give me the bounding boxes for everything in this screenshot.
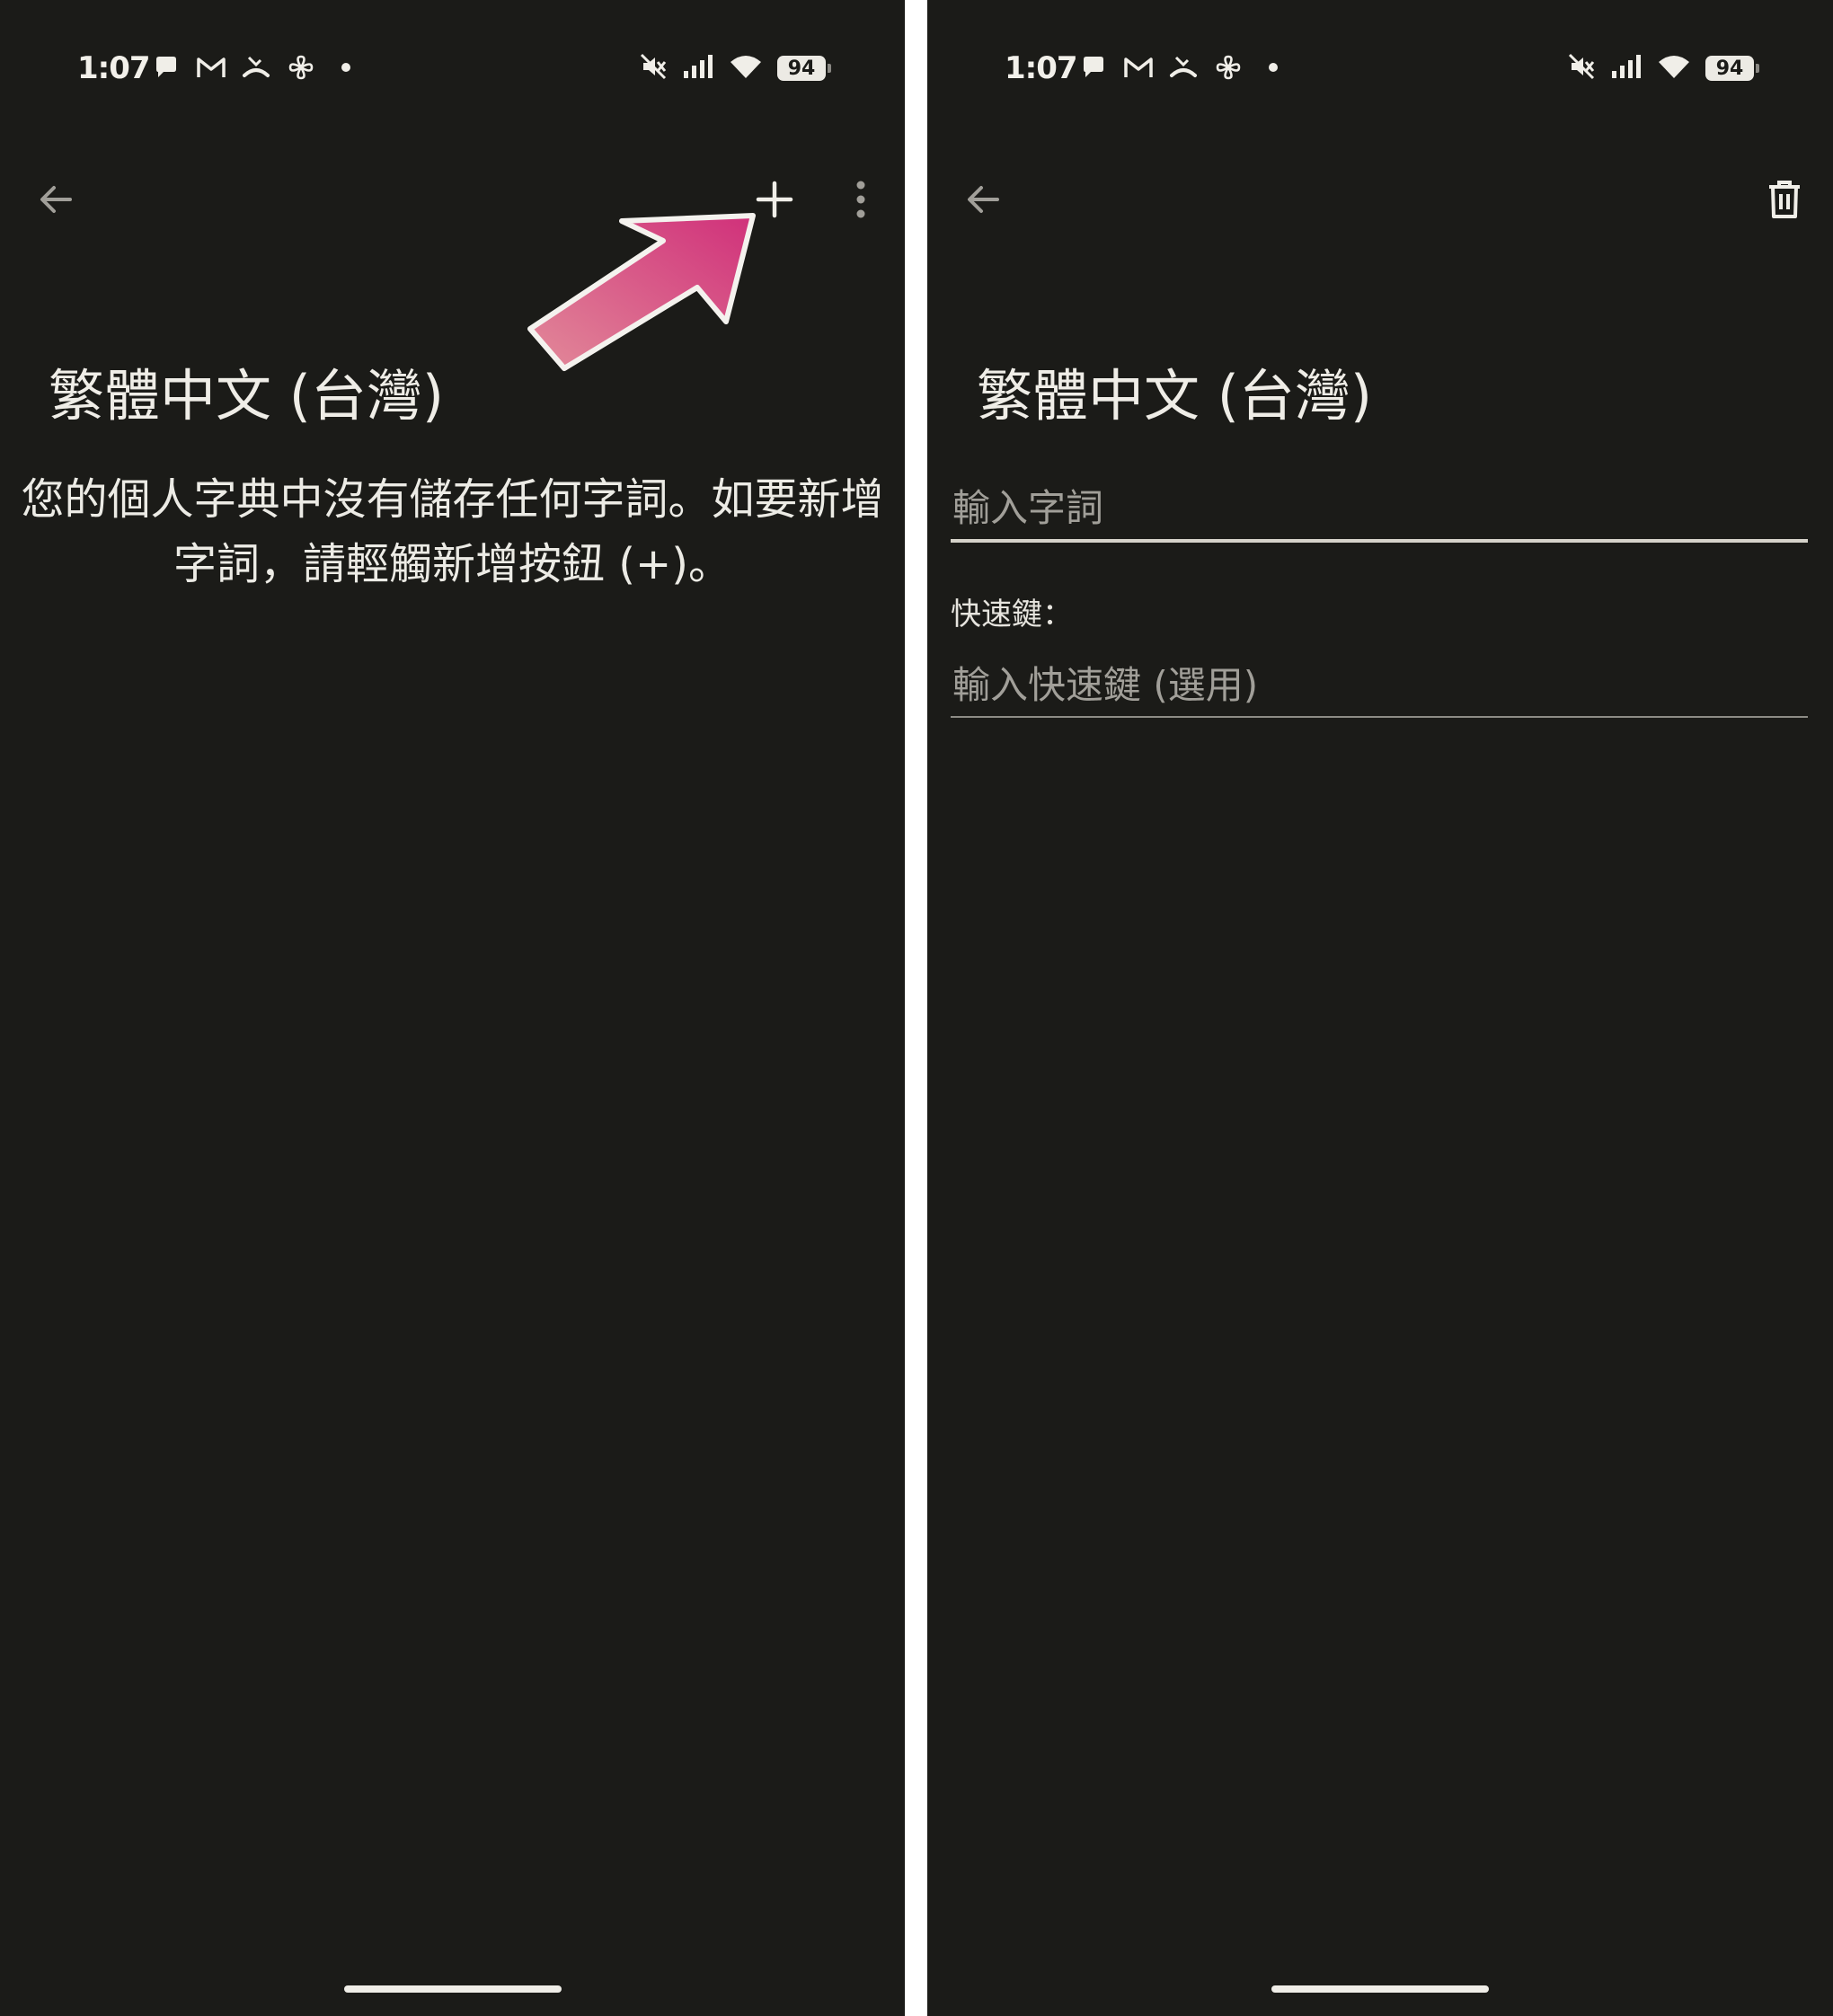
system-icons: 94 xyxy=(639,52,831,84)
gesture-nav-handle[interactable] xyxy=(1271,1985,1489,1993)
mute-icon xyxy=(639,52,668,84)
shortcut-input-underline xyxy=(951,716,1808,718)
shortcut-input[interactable] xyxy=(951,653,1808,716)
system-icons: 94 xyxy=(1567,52,1759,84)
word-field xyxy=(951,476,1808,543)
back-arrow-icon xyxy=(40,186,72,213)
pinwheel-icon xyxy=(286,52,316,83)
status-bar: 1:07 94 xyxy=(927,43,1833,92)
word-input[interactable] xyxy=(951,476,1808,539)
notification-icons xyxy=(151,52,361,83)
add-word-screen: 1:07 94 繁體中文 (台灣) 輸入字詞 快速鍵： 輸入快速鍵 (選用) xyxy=(927,0,1833,2016)
dot-icon xyxy=(331,52,361,83)
battery-indicator: 94 xyxy=(777,56,831,81)
wifi-icon xyxy=(729,53,763,84)
word-input-underline xyxy=(951,539,1808,543)
trash-icon xyxy=(1769,181,1800,218)
notification-icons xyxy=(1078,52,1288,83)
chat-bubble-icon xyxy=(1078,52,1109,83)
shortcut-label: 快速鍵： xyxy=(951,597,1073,632)
missed-call-icon xyxy=(241,52,271,83)
battery-indicator: 94 xyxy=(1705,56,1759,81)
missed-call-icon xyxy=(1168,52,1199,83)
delete-button[interactable] xyxy=(1749,164,1820,235)
gmail-icon xyxy=(196,52,226,83)
back-button[interactable] xyxy=(947,164,1019,235)
more-vert-icon xyxy=(856,181,865,218)
gmail-icon xyxy=(1123,52,1154,83)
annotation-arrow xyxy=(527,213,756,371)
wifi-icon xyxy=(1657,53,1691,84)
status-bar: 1:07 94 xyxy=(0,43,905,92)
chat-bubble-icon xyxy=(151,52,182,83)
app-bar xyxy=(927,164,1833,235)
gesture-nav-handle[interactable] xyxy=(343,1985,562,1993)
mute-icon xyxy=(1567,52,1596,84)
status-time: 1:07 xyxy=(77,50,151,86)
dot-icon xyxy=(1258,52,1288,83)
shortcut-field xyxy=(951,653,1808,718)
back-button[interactable] xyxy=(20,164,92,235)
signal-icon xyxy=(682,53,714,84)
status-time: 1:07 xyxy=(1005,50,1078,86)
page-title: 繁體中文 (台灣) xyxy=(977,363,1373,429)
pinwheel-icon xyxy=(1213,52,1244,83)
empty-dictionary-message: 您的個人字典中沒有儲存任何字詞。如要新增字詞，請輕觸新增按鈕 (+)。 xyxy=(21,474,884,589)
back-arrow-icon xyxy=(968,186,999,213)
signal-icon xyxy=(1610,53,1643,84)
dictionary-list-screen: 1:07 94 繁體中文 (台灣) 您的個人字典中沒有儲存任何字詞。如要新增字詞… xyxy=(0,0,905,2016)
page-title: 繁體中文 (台灣) xyxy=(49,363,445,429)
more-options-button[interactable] xyxy=(825,164,897,235)
